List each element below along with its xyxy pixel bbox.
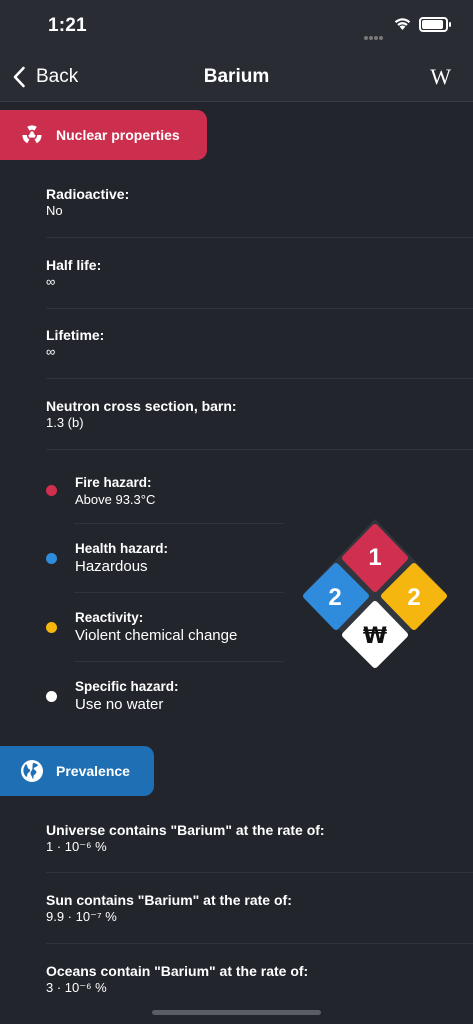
section-header-prevalence: Prevalence — [0, 746, 154, 796]
hazard-health: Health hazard: Hazardous — [46, 541, 286, 581]
divider — [46, 943, 473, 944]
special-rating: ₩ — [363, 624, 387, 649]
section-title-nuclear: Nuclear properties — [56, 127, 180, 143]
health-hazard-dot — [46, 553, 57, 564]
globe-icon — [21, 760, 43, 782]
hazard-reactivity: Reactivity: Violent chemical change — [46, 610, 286, 650]
wikipedia-button[interactable]: W — [430, 64, 451, 90]
property-value: No — [46, 203, 63, 218]
divider — [74, 592, 284, 593]
property-value: 1.3 (b) — [46, 415, 84, 430]
property-label: Universe contains "Barium" at the rate o… — [46, 822, 325, 838]
property-label: Oceans contain "Barium" at the rate of: — [46, 963, 309, 979]
signal-icon — [364, 27, 384, 45]
hazard-value: Hazardous — [75, 558, 148, 575]
hazard-label: Specific hazard: — [75, 679, 179, 694]
home-indicator[interactable] — [152, 1010, 321, 1015]
property-label: Lifetime: — [46, 327, 105, 343]
property-label: Half life: — [46, 257, 102, 273]
property-value: 9.9 · 10⁻⁷ % — [46, 909, 117, 924]
property-label: Radioactive: — [46, 186, 130, 202]
hazard-label: Health hazard: — [75, 541, 169, 556]
divider — [46, 872, 473, 873]
navigation-bar: Back Barium W — [0, 52, 473, 102]
property-half-life: Half life: ∞ — [46, 257, 426, 290]
divider — [74, 661, 284, 662]
property-value: ∞ — [46, 274, 56, 289]
health-rating: 2 — [328, 584, 341, 611]
property-neutron-cross-section: Neutron cross section, barn: 1.3 (b) — [46, 398, 426, 431]
prevalence-sun: Sun contains "Barium" at the rate of: 9.… — [46, 892, 426, 925]
divider — [46, 378, 473, 379]
divider — [46, 308, 473, 309]
divider — [46, 449, 473, 450]
divider — [46, 237, 473, 238]
property-label: Neutron cross section, barn: — [46, 398, 237, 414]
specific-hazard-dot — [46, 691, 57, 702]
fire-rating: 1 — [368, 544, 381, 571]
prevalence-oceans: Oceans contain "Barium" at the rate of: … — [46, 963, 426, 996]
hazard-specific: Specific hazard: Use no water — [46, 679, 286, 719]
property-radioactive: Radioactive: No — [46, 186, 426, 219]
property-lifetime: Lifetime: ∞ — [46, 327, 426, 360]
radiation-icon — [22, 125, 42, 144]
status-time: 1:21 — [48, 15, 87, 36]
hazard-fire: Fire hazard: Above 93.3°C — [46, 475, 286, 515]
battery-icon — [419, 17, 451, 32]
property-value: ∞ — [46, 344, 56, 359]
wifi-icon — [394, 18, 411, 30]
divider — [74, 523, 284, 524]
property-value: 3 · 10⁻⁶ % — [46, 980, 107, 995]
prevalence-universe: Universe contains "Barium" at the rate o… — [46, 822, 426, 855]
property-label: Sun contains "Barium" at the rate of: — [46, 892, 292, 908]
nfpa-hazard-diamond: 1 2 2 ₩ — [303, 519, 447, 668]
hazard-value: Violent chemical change — [75, 627, 238, 644]
page-title: Barium — [203, 66, 270, 87]
reactivity-hazard-dot — [46, 622, 57, 633]
hazard-value: Above 93.3°C — [75, 492, 156, 507]
reactivity-rating: 2 — [407, 584, 420, 611]
hazard-label: Fire hazard: — [75, 475, 152, 490]
section-title-prevalence: Prevalence — [56, 763, 130, 779]
fire-hazard-dot — [46, 485, 57, 496]
hazard-value: Use no water — [75, 696, 164, 713]
status-bar: 1:21 — [0, 0, 473, 52]
hazard-label: Reactivity: — [75, 610, 144, 625]
section-header-nuclear: Nuclear properties — [0, 110, 207, 160]
property-value: 1 · 10⁻⁶ % — [46, 839, 107, 854]
